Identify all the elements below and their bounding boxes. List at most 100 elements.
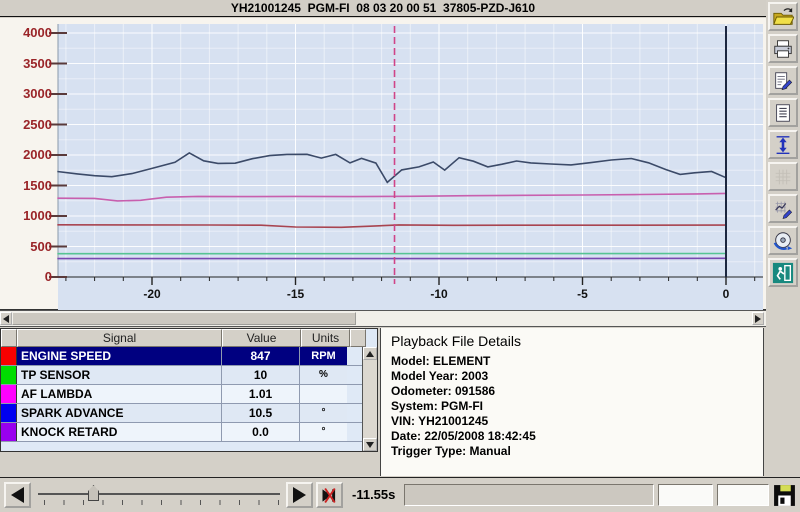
signal-value: 847	[221, 347, 299, 365]
printer-icon	[772, 38, 794, 60]
header-value: Value	[222, 329, 301, 347]
x-tick-label: -15	[287, 287, 305, 301]
x-tick-label: 0	[723, 287, 730, 301]
right-arrow-icon	[755, 315, 761, 323]
skip-end-x-icon	[319, 485, 340, 506]
window-title: YH21001245 PGM-FI 08 03 20 00 51 37805-P…	[0, 0, 766, 17]
playback-time-label: -11.55s	[352, 487, 395, 502]
y-tick-label: 3500	[0, 56, 52, 71]
y-tick-label: 3000	[0, 86, 52, 101]
left-arrow-icon	[3, 315, 9, 323]
up-arrow-icon	[366, 351, 374, 357]
play-back-icon	[11, 487, 24, 503]
signal-color-swatch	[1, 385, 17, 403]
vertical-arrows-icon	[772, 134, 794, 156]
y-tick-label: 2500	[0, 117, 52, 132]
y-tick-label: 2000	[0, 147, 52, 162]
chart-h-scrollbar[interactable]	[0, 310, 766, 327]
save-button[interactable]	[772, 483, 797, 508]
lower-section: Signal Value Units ENGINE SPEED847RPMTP …	[0, 327, 766, 477]
details-line: VIN: YH21001245	[391, 414, 753, 429]
table-row[interactable]: SPARK ADVANCE10.5°	[1, 404, 377, 423]
playback-file-details: Playback File Details Model: ELEMENTMode…	[380, 328, 764, 476]
status-cell-2	[717, 484, 769, 506]
signal-units: °	[299, 404, 347, 422]
snapshot-button	[768, 162, 798, 191]
header-swatch-col	[1, 329, 17, 347]
details-line: Model: ELEMENT	[391, 354, 753, 369]
signal-name: TP SENSOR	[17, 366, 221, 384]
header-signal: Signal	[17, 329, 222, 347]
playback-bar: -11.55s	[0, 477, 800, 512]
header-scroll-col	[350, 329, 366, 347]
details-line: Odometer: 091586	[391, 384, 753, 399]
list-icon	[772, 102, 794, 124]
x-tick-label: -10	[430, 287, 448, 301]
playback-disc-button[interactable]	[768, 226, 798, 255]
play-forward-icon	[293, 487, 306, 503]
slider-thumb[interactable]	[88, 485, 99, 501]
status-bar	[404, 484, 654, 506]
signal-units	[299, 385, 347, 403]
graph-setup-button[interactable]	[768, 194, 798, 223]
document-pencil-icon	[772, 70, 794, 92]
details-line: Trigger Type: Manual	[391, 444, 753, 459]
signal-name: KNOCK RETARD	[17, 423, 221, 441]
open-file-button[interactable]	[768, 2, 798, 31]
details-line: System: PGM-FI	[391, 399, 753, 414]
signal-units: °	[299, 423, 347, 441]
details-lines: Model: ELEMENTModel Year: 2003Odometer: …	[391, 354, 753, 459]
signal-table-body: ENGINE SPEED847RPMTP SENSOR10%AF LAMBDA1…	[1, 347, 377, 442]
x-tick-label: -20	[143, 287, 161, 301]
skip-to-trigger-button[interactable]	[316, 482, 343, 508]
auto-scale-button[interactable]	[768, 130, 798, 159]
floppy-disk-icon	[772, 483, 797, 508]
signal-name: AF LAMBDA	[17, 385, 221, 403]
scroll-left-button[interactable]	[0, 312, 12, 325]
open-folder-icon	[772, 6, 794, 28]
y-tick-label: 4000	[0, 25, 52, 40]
details-line: Model Year: 2003	[391, 369, 753, 384]
notes-button[interactable]	[768, 66, 798, 95]
status-cell-1	[658, 484, 713, 506]
signal-name: ENGINE SPEED	[17, 347, 221, 365]
scrollbar-thumb[interactable]	[12, 312, 356, 325]
play-forward-button[interactable]	[286, 482, 313, 508]
print-button[interactable]	[768, 34, 798, 63]
signal-value: 1.01	[221, 385, 299, 403]
table-row[interactable]: AF LAMBDA1.01	[1, 385, 377, 404]
signal-value: 10.5	[221, 404, 299, 422]
signal-color-swatch	[1, 347, 17, 365]
signal-table: Signal Value Units ENGINE SPEED847RPMTP …	[0, 328, 378, 452]
chart-panel: -20-15-10-50 050010001500200025003000350…	[0, 18, 766, 310]
signal-color-swatch	[1, 366, 17, 384]
data-list-button[interactable]	[768, 98, 798, 127]
y-tick-label: 500	[0, 239, 52, 254]
y-tick-label: 1000	[0, 208, 52, 223]
signal-color-swatch	[1, 423, 17, 441]
timeline-slider[interactable]	[38, 493, 280, 495]
right-toolbar	[766, 0, 800, 477]
slider-ticks	[44, 500, 279, 505]
scroll-right-button[interactable]	[752, 312, 764, 325]
y-tick-label: 0	[0, 269, 52, 284]
signal-value: 0.0	[221, 423, 299, 441]
scroll-up-button[interactable]	[363, 347, 377, 360]
x-tick-label: -5	[577, 287, 588, 301]
details-line: Date: 22/05/2008 18:42:45	[391, 429, 753, 444]
down-arrow-icon	[366, 442, 374, 448]
signal-name: SPARK ADVANCE	[17, 404, 221, 422]
table-row[interactable]: TP SENSOR10%	[1, 366, 377, 385]
graph-pencil-icon	[772, 198, 794, 220]
table-v-scrollbar[interactable]	[362, 347, 377, 451]
step-back-button[interactable]	[4, 482, 31, 508]
exit-person-icon	[772, 262, 794, 284]
grid-icon	[772, 166, 794, 188]
chart-canvas[interactable]: -20 -15 -10 -5 0	[58, 24, 763, 310]
exit-button[interactable]	[768, 258, 798, 287]
table-row[interactable]: KNOCK RETARD0.0°	[1, 423, 377, 442]
scroll-down-button[interactable]	[363, 438, 377, 451]
table-row[interactable]: ENGINE SPEED847RPM	[1, 347, 377, 366]
signal-value: 10	[221, 366, 299, 384]
signal-units: %	[299, 366, 347, 384]
